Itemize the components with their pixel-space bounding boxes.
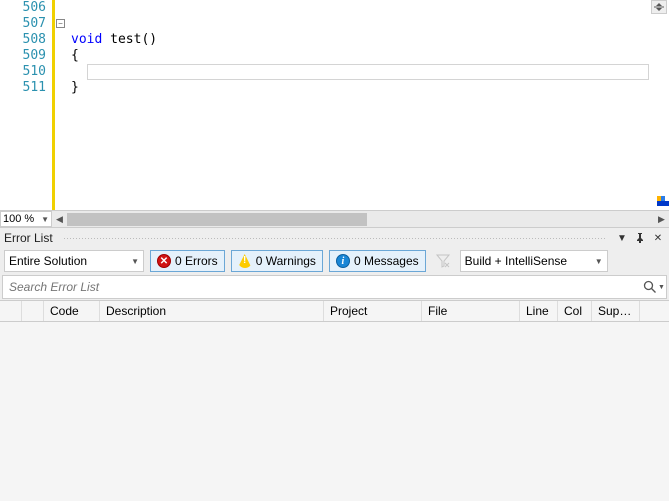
col-file[interactable]: File bbox=[422, 301, 520, 321]
messages-count: 0 Messages bbox=[354, 254, 419, 268]
grip-dots-icon bbox=[63, 237, 605, 240]
messages-filter-button[interactable]: i 0 Messages bbox=[329, 250, 426, 272]
col-toggle[interactable] bbox=[22, 301, 44, 321]
panel-menu-icon[interactable]: ▼ bbox=[615, 231, 629, 245]
scroll-right-icon[interactable]: ▶ bbox=[654, 212, 669, 227]
col-suppression[interactable]: Supp... bbox=[592, 301, 640, 321]
error-icon: ✕ bbox=[157, 254, 171, 268]
collapse-toggle-icon[interactable]: − bbox=[56, 19, 65, 28]
error-list-panel: Error List ▼ ✕ Entire Solution ▼ ✕ 0 Err… bbox=[0, 227, 669, 501]
line-number-gutter: 506 507 508 509 510 511 bbox=[0, 0, 52, 210]
chevron-down-icon: ▼ bbox=[595, 257, 603, 266]
col-project[interactable]: Project bbox=[324, 301, 422, 321]
horizontal-scrollbar[interactable]: ◀ ▶ bbox=[52, 211, 669, 227]
zoom-dropdown[interactable]: 100 % ▼ bbox=[0, 211, 52, 227]
current-line-highlight bbox=[87, 64, 649, 80]
chevron-down-icon: ▼ bbox=[41, 215, 49, 224]
search-icon[interactable]: ▼ bbox=[642, 280, 666, 294]
search-bar: ▼ bbox=[2, 275, 667, 299]
col-code[interactable]: Code bbox=[44, 301, 100, 321]
warning-icon: ! bbox=[238, 254, 252, 268]
build-filter-label: Build + IntelliSense bbox=[465, 254, 567, 268]
editor-status-bar: 100 % ▼ ◀ ▶ bbox=[0, 210, 669, 227]
scroll-left-icon[interactable]: ◀ bbox=[52, 212, 67, 227]
panel-title-label: Error List bbox=[4, 231, 53, 245]
errors-filter-button[interactable]: ✕ 0 Errors bbox=[150, 250, 225, 272]
col-severity[interactable] bbox=[0, 301, 22, 321]
close-icon[interactable]: ✕ bbox=[651, 231, 665, 245]
code-editor: 506 507 508 509 510 511 − void test() { … bbox=[0, 0, 669, 227]
errors-count: 0 Errors bbox=[175, 254, 218, 268]
col-col[interactable]: Col bbox=[558, 301, 592, 321]
zoom-value: 100 % bbox=[3, 213, 34, 225]
error-list-toolbar: Entire Solution ▼ ✕ 0 Errors ! 0 Warning… bbox=[0, 248, 669, 274]
code-pane[interactable]: 506 507 508 509 510 511 − void test() { … bbox=[0, 0, 669, 210]
col-description[interactable]: Description bbox=[100, 301, 324, 321]
code-text[interactable]: void test() { } bbox=[69, 0, 669, 210]
col-line[interactable]: Line bbox=[520, 301, 558, 321]
scroll-thumb[interactable] bbox=[67, 213, 367, 226]
info-icon: i bbox=[336, 254, 350, 268]
scope-label: Entire Solution bbox=[9, 254, 87, 268]
warnings-filter-button[interactable]: ! 0 Warnings bbox=[231, 250, 323, 272]
warnings-count: 0 Warnings bbox=[256, 254, 316, 268]
chevron-down-icon: ▼ bbox=[131, 257, 139, 266]
scroll-track[interactable] bbox=[67, 212, 654, 227]
outline-column[interactable]: − bbox=[55, 0, 69, 210]
grid-body[interactable] bbox=[0, 322, 669, 501]
scope-dropdown[interactable]: Entire Solution ▼ bbox=[4, 250, 144, 272]
build-filter-dropdown[interactable]: Build + IntelliSense ▼ bbox=[460, 250, 608, 272]
clear-filter-icon[interactable] bbox=[432, 250, 454, 272]
search-input[interactable] bbox=[3, 280, 642, 294]
grid-header: Code Description Project File Line Col S… bbox=[0, 300, 669, 322]
col-spacer bbox=[640, 301, 669, 321]
pin-icon[interactable] bbox=[633, 231, 647, 245]
panel-titlebar[interactable]: Error List ▼ ✕ bbox=[0, 228, 669, 248]
